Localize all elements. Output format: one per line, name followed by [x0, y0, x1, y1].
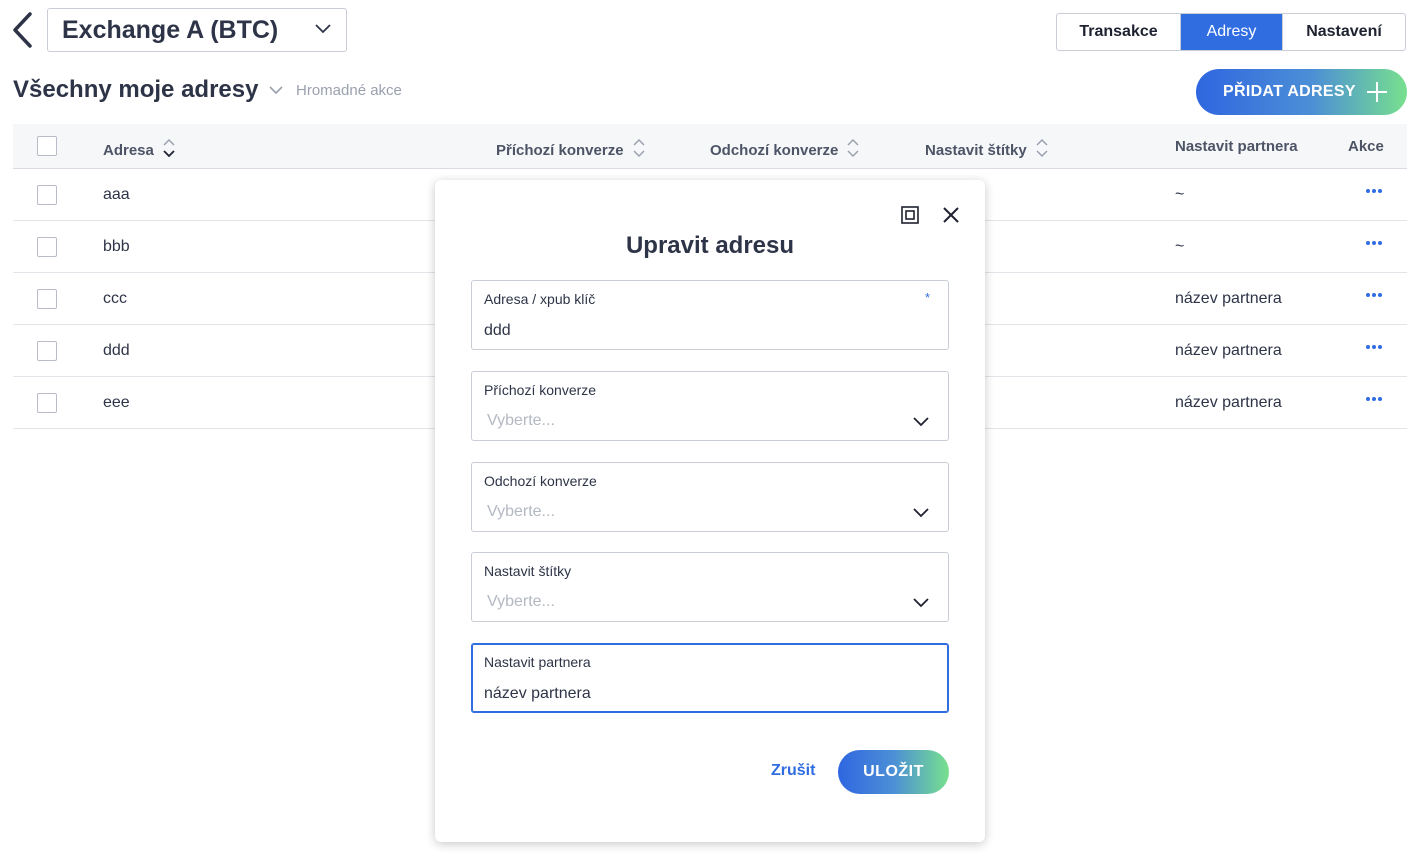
partner-field[interactable]: Nastavit partnera název partnera	[471, 643, 949, 713]
page-title: Všechny moje adresy	[13, 76, 259, 103]
required-mark: *	[924, 290, 930, 305]
address-cell: eee	[103, 394, 130, 411]
partner-cell: název partnera	[1175, 342, 1282, 359]
more-actions-icon[interactable]	[1365, 291, 1383, 299]
more-actions-icon[interactable]	[1365, 239, 1383, 247]
row-checkbox[interactable]	[37, 393, 57, 413]
sort-icon	[162, 138, 176, 162]
field-value: název partnera	[484, 685, 591, 702]
column-header-outgoing[interactable]: Odchozí konverze	[710, 138, 860, 162]
chevron-down-icon	[913, 417, 929, 427]
maximize-icon[interactable]	[901, 206, 919, 224]
column-label: Nastavit štítky	[925, 141, 1027, 159]
outgoing-conversion-select[interactable]: Odchozí konverze Vyberte...	[471, 462, 949, 532]
address-cell: ccc	[103, 290, 127, 307]
back-icon[interactable]	[10, 12, 36, 48]
field-label: Nastavit štítky	[484, 563, 572, 579]
field-placeholder: Vyberte...	[487, 412, 555, 429]
column-header-address[interactable]: Adresa	[103, 138, 176, 162]
sort-icon	[632, 138, 646, 162]
field-label: Odchozí konverze	[484, 473, 597, 489]
field-label: Adresa / xpub klíč	[484, 291, 596, 307]
partner-cell: název partnera	[1175, 394, 1282, 411]
plus-icon	[1365, 80, 1389, 109]
labels-select[interactable]: Nastavit štítky Vyberte...	[471, 552, 949, 622]
account-select[interactable]: Exchange A (BTC)	[47, 8, 347, 52]
add-addresses-button[interactable]: PŘIDAT ADRESY	[1196, 69, 1407, 115]
more-actions-icon[interactable]	[1365, 187, 1383, 195]
column-label: Adresa	[103, 141, 154, 159]
column-header-incoming[interactable]: Příchozí konverze	[496, 138, 646, 162]
tab-nastaveni[interactable]: Nastavení	[1283, 14, 1405, 50]
column-label: Odchozí konverze	[710, 141, 839, 159]
cancel-button[interactable]: Zrušit	[771, 762, 815, 780]
chevron-down-icon	[268, 82, 284, 99]
row-checkbox[interactable]	[37, 341, 57, 361]
sort-icon	[846, 138, 860, 162]
view-tabs: Transakce Adresy Nastavení	[1056, 13, 1406, 51]
sort-icon	[1035, 138, 1049, 162]
tab-transakce[interactable]: Transakce	[1057, 14, 1181, 50]
close-icon[interactable]	[942, 206, 960, 224]
bulk-actions-label: Hromadné akce	[296, 82, 402, 99]
column-header-labels[interactable]: Nastavit štítky	[925, 138, 1049, 162]
add-addresses-label: PŘIDAT ADRESY	[1223, 83, 1356, 100]
row-checkbox[interactable]	[37, 289, 57, 309]
partner-cell: ~	[1175, 238, 1185, 255]
field-value: ddd	[484, 322, 511, 339]
save-button[interactable]: ULOŽIT	[838, 750, 949, 794]
row-checkbox[interactable]	[37, 185, 57, 205]
partner-cell: ~	[1175, 186, 1185, 203]
chevron-down-icon	[314, 21, 332, 39]
more-actions-icon[interactable]	[1365, 395, 1383, 403]
partner-cell: název partnera	[1175, 290, 1282, 307]
more-actions-icon[interactable]	[1365, 343, 1383, 351]
field-placeholder: Vyberte...	[487, 503, 555, 520]
row-checkbox[interactable]	[37, 237, 57, 257]
address-field[interactable]: Adresa / xpub klíč * ddd	[471, 280, 949, 350]
bulk-actions-dropdown[interactable]: Hromadné akce	[268, 82, 402, 99]
address-cell: bbb	[103, 238, 130, 255]
edit-address-modal: Upravit adresu Adresa / xpub klíč * ddd …	[435, 180, 985, 842]
field-label: Nastavit partnera	[484, 654, 591, 670]
chevron-down-icon	[913, 598, 929, 608]
column-label: Příchozí konverze	[496, 141, 624, 159]
column-header-partner: Nastavit partnera	[1175, 138, 1298, 155]
chevron-down-icon	[913, 508, 929, 518]
field-placeholder: Vyberte...	[487, 593, 555, 610]
address-cell: aaa	[103, 186, 130, 203]
incoming-conversion-select[interactable]: Příchozí konverze Vyberte...	[471, 371, 949, 441]
field-label: Příchozí konverze	[484, 382, 597, 398]
column-header-actions: Akce	[1348, 138, 1384, 155]
table-header: Adresa Příchozí konverze Odchozí konverz…	[13, 124, 1407, 169]
select-all-checkbox[interactable]	[37, 136, 57, 156]
address-cell: ddd	[103, 342, 130, 359]
modal-title: Upravit adresu	[625, 232, 795, 259]
tab-adresy[interactable]: Adresy	[1181, 14, 1283, 50]
account-select-label: Exchange A (BTC)	[62, 15, 279, 44]
